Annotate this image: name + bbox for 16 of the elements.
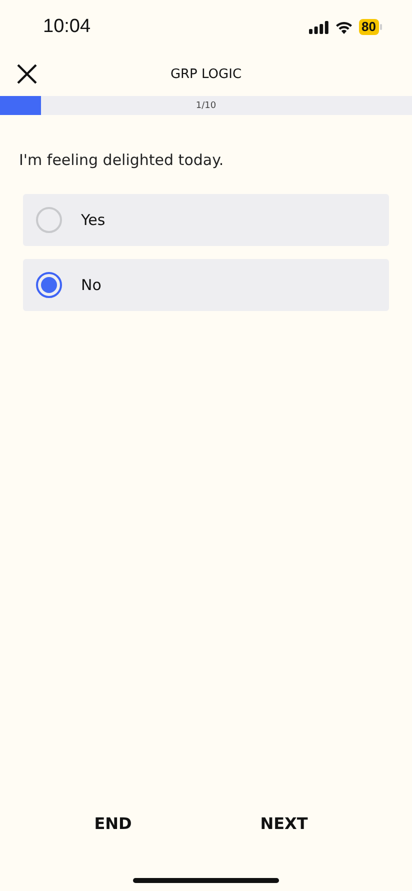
option-label: Yes — [81, 211, 106, 229]
progress-label: 1/10 — [196, 100, 216, 110]
option-label: No — [81, 276, 102, 294]
signal-icon — [308, 20, 329, 34]
footer-button[interactable]: NEXT — [250, 808, 318, 839]
answer-option[interactable]: No — [23, 259, 389, 311]
header-title: GRP LOGIC — [169, 66, 243, 82]
question-text: I'm feeling delighted today. — [18, 150, 225, 169]
answer-option[interactable]: Yes — [23, 194, 389, 246]
status-time: 10:04 — [43, 16, 91, 38]
battery-level: 80 — [358, 19, 379, 35]
footer-button[interactable]: END — [84, 808, 142, 839]
close-button[interactable] — [16, 63, 38, 85]
radio-button[interactable] — [36, 272, 62, 298]
wifi-icon — [334, 20, 353, 34]
radio-button[interactable] — [36, 207, 62, 233]
